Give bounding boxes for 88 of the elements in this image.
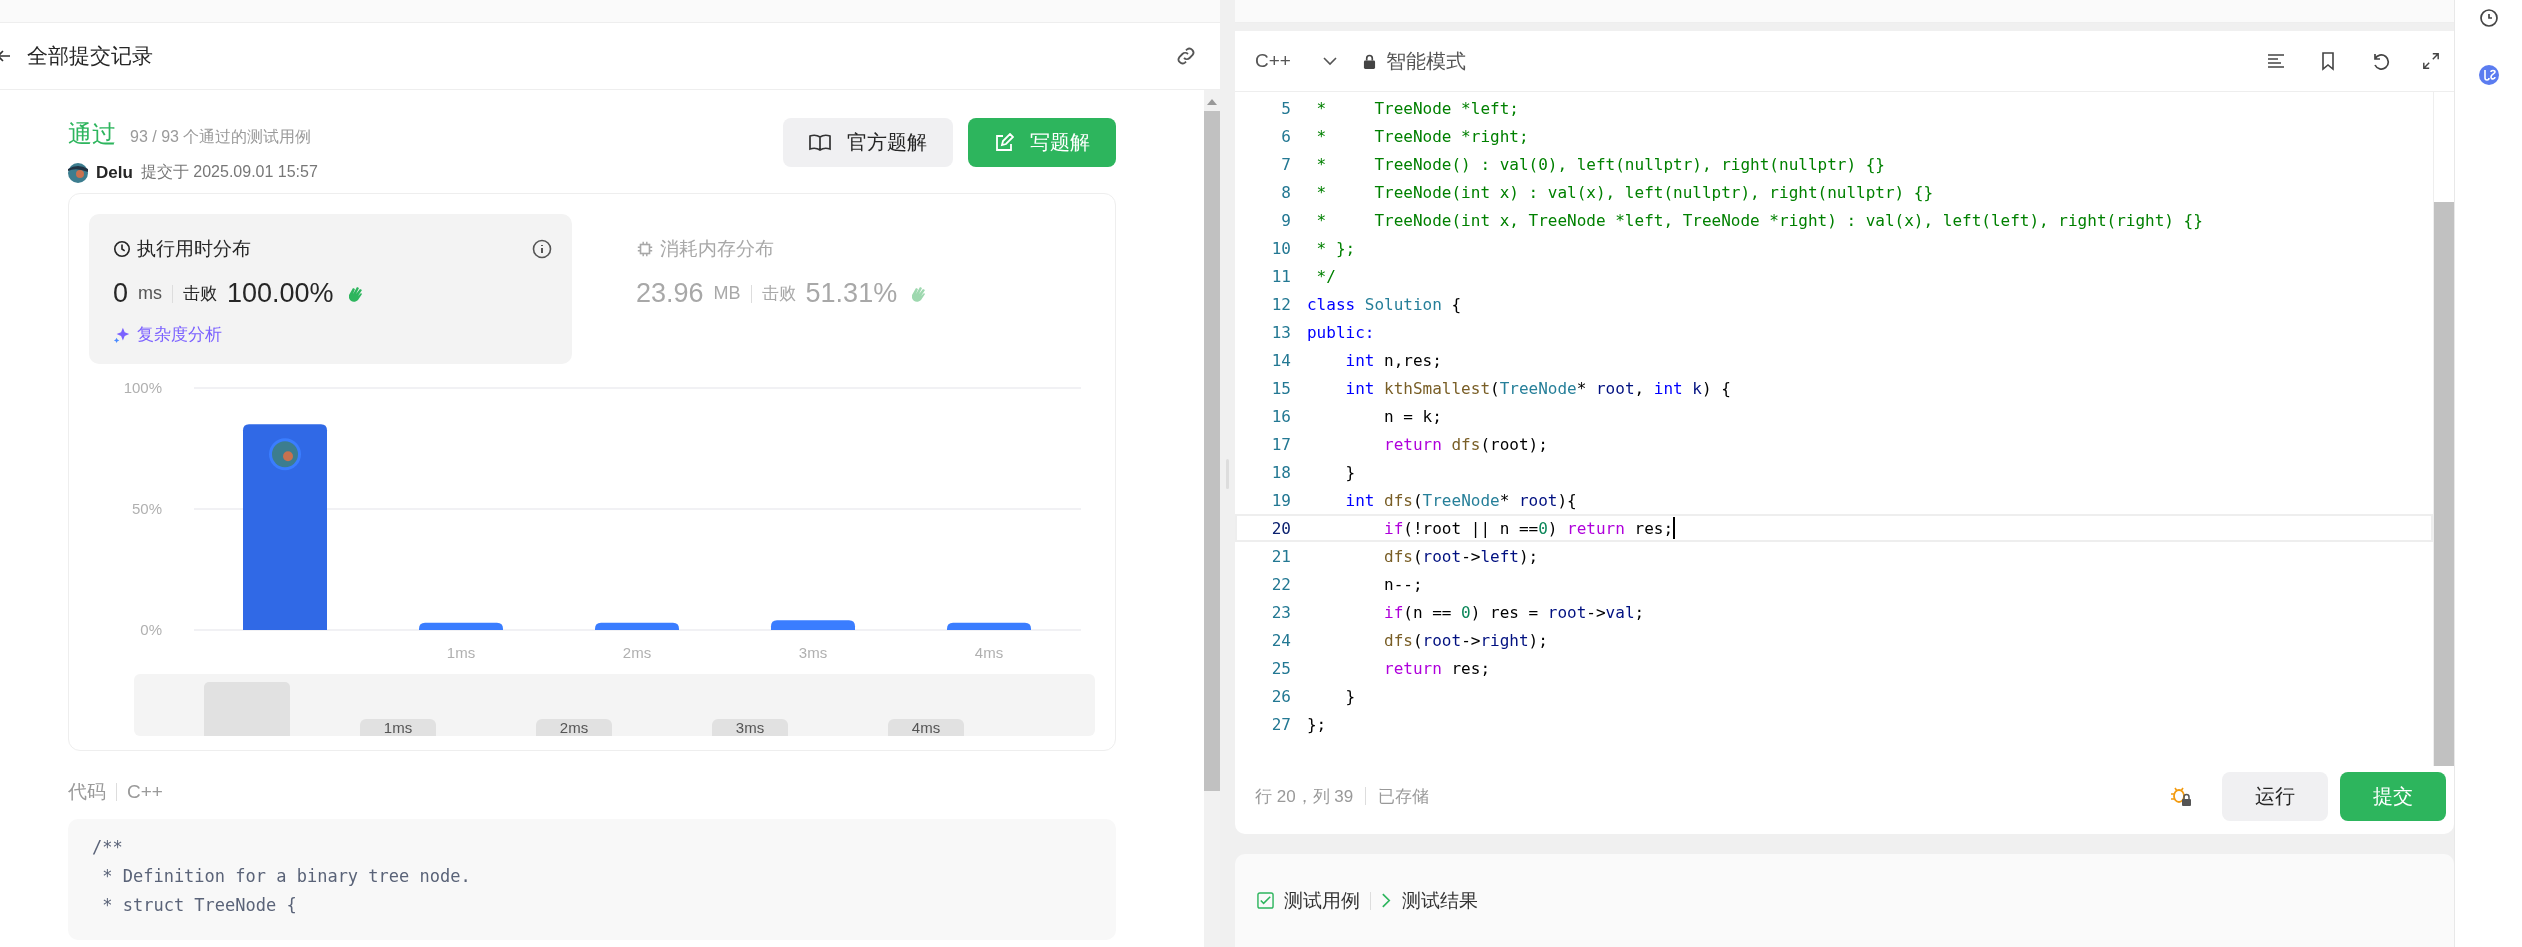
submit-time: 提交于 2025.09.01 15:57 — [140, 162, 318, 182]
run-button[interactable]: 运行 — [2222, 771, 2329, 821]
line-number: 22 — [1270, 574, 1292, 594]
complexity-link[interactable]: 复杂度分析 — [137, 323, 222, 346]
code-line: int n,res; — [1344, 350, 1442, 370]
save-status: 已存储 — [1378, 785, 1430, 808]
code-line: * struct TreeNode { — [101, 894, 298, 917]
page-title: 全部提交记录 — [27, 43, 153, 69]
code-line: } — [1344, 686, 1356, 706]
stat-value: 23.96 — [636, 278, 704, 309]
code-language: C++ — [127, 781, 163, 803]
line-number: 18 — [1270, 462, 1292, 482]
stat-title: 执行用时分布 — [137, 237, 251, 261]
code-line: n = k; — [1383, 406, 1442, 426]
beat-percent: 100.00% — [227, 278, 334, 309]
cursor-position: 行 20，列 39 — [1255, 785, 1354, 808]
mode-label[interactable]: 智能模式 — [1385, 47, 1466, 75]
code-line: public: — [1307, 322, 1375, 342]
code-line: * TreeNode *right; — [1315, 126, 1529, 146]
navigator-label: 4ms — [887, 719, 965, 736]
code-line: dfs(root->right); — [1383, 630, 1548, 650]
line-number: 5 — [1280, 98, 1292, 118]
y-tick-label: 50% — [131, 500, 162, 517]
line-number: 14 — [1270, 350, 1292, 370]
line-number: 10 — [1270, 238, 1292, 258]
code-line: } — [1344, 462, 1356, 482]
line-number: 21 — [1270, 546, 1292, 566]
code-line: int kthSmallest(TreeNode* root, int k) { — [1344, 378, 1731, 398]
stat-title: 消耗内存分布 — [660, 237, 774, 261]
stat-unit: ms — [138, 283, 163, 304]
navigator-label: 2ms — [535, 719, 613, 736]
line-number: 17 — [1270, 434, 1292, 454]
line-number: 27 — [1270, 714, 1292, 734]
line-number: 19 — [1270, 490, 1292, 510]
navigator-label: 3ms — [711, 719, 789, 736]
line-number: 6 — [1280, 126, 1292, 146]
line-number: 26 — [1270, 686, 1292, 706]
navigator-label: 1ms — [359, 719, 437, 736]
language-selector[interactable]: C++ — [1255, 50, 1337, 72]
line-number: 7 — [1280, 154, 1292, 174]
code-line: if(n == 0) res = root->val; — [1383, 602, 1645, 622]
range-navigator[interactable]: 1ms 2ms 3ms 4ms — [134, 674, 1095, 736]
stat-value: 0 — [113, 278, 129, 309]
line-number: 12 — [1270, 294, 1292, 314]
code-line: int dfs(TreeNode* root){ — [1344, 490, 1577, 510]
beat-label: 击败 — [183, 283, 218, 305]
code-line: /** — [92, 836, 124, 859]
code-line: return res; — [1383, 658, 1490, 678]
user-name[interactable]: Delu — [96, 162, 133, 183]
x-tick-label: 3ms — [798, 644, 828, 658]
code-line: * TreeNode *left; — [1315, 98, 1519, 118]
x-tick-label: 2ms — [622, 644, 652, 658]
code-line: if(!root || n ==0) return res; — [1383, 518, 1674, 538]
line-number: 16 — [1270, 406, 1292, 426]
stat-unit: MB — [713, 283, 741, 304]
panel-tab[interactable]: 测试用例 — [1284, 887, 1360, 914]
line-number: 11 — [1270, 266, 1292, 286]
beat-label: 击败 — [761, 283, 796, 305]
official-solution-button[interactable]: 官方题解 — [783, 118, 953, 167]
x-tick-label: 1ms — [446, 644, 476, 658]
line-number: 24 — [1270, 630, 1292, 650]
line-number: 15 — [1270, 378, 1292, 398]
code-line: * }; — [1315, 238, 1356, 258]
code-line: n--; — [1383, 574, 1423, 594]
panel-tab[interactable]: 测试结果 — [1402, 887, 1478, 914]
line-number: 9 — [1280, 210, 1292, 230]
code-line: * Definition for a binary tree node. — [101, 865, 472, 888]
line-number: 20 — [1270, 518, 1292, 538]
code-line: class Solution { — [1307, 294, 1462, 314]
y-tick-label: 0% — [140, 621, 162, 638]
line-number: 8 — [1280, 182, 1292, 202]
line-number: 13 — [1270, 322, 1292, 342]
stat-panel[interactable]: 执行用时分布 0 ms 击败 100.00% 复杂度分析 — [89, 214, 572, 364]
beat-percent: 51.31% — [805, 278, 898, 309]
code-line: return dfs(root); — [1383, 434, 1548, 454]
code-line: * TreeNode(int x) : val(x), left(nullptr), right(nullptr) {} — [1315, 182, 1934, 202]
y-tick-label: 100% — [123, 379, 162, 396]
code-label: 代码 — [68, 780, 106, 804]
code-line: * TreeNode() : val(0), left(nullptr), right(nullptr) {} — [1315, 154, 1885, 174]
x-tick-label: 4ms — [974, 644, 1004, 658]
line-number: 25 — [1270, 658, 1292, 678]
code-line: */ — [1315, 266, 1336, 286]
test-cases-text: 93 / 93 个通过的测试用例 — [130, 127, 312, 147]
code-line: dfs(root->left); — [1383, 546, 1539, 566]
code-line: }; — [1307, 714, 1327, 734]
status-text: 通过 — [68, 119, 116, 149]
code-line: * TreeNode(int x, TreeNode *left, TreeNode *right) : val(x), left(left), right(right) {} — [1315, 210, 2203, 230]
line-number: 23 — [1270, 602, 1292, 622]
